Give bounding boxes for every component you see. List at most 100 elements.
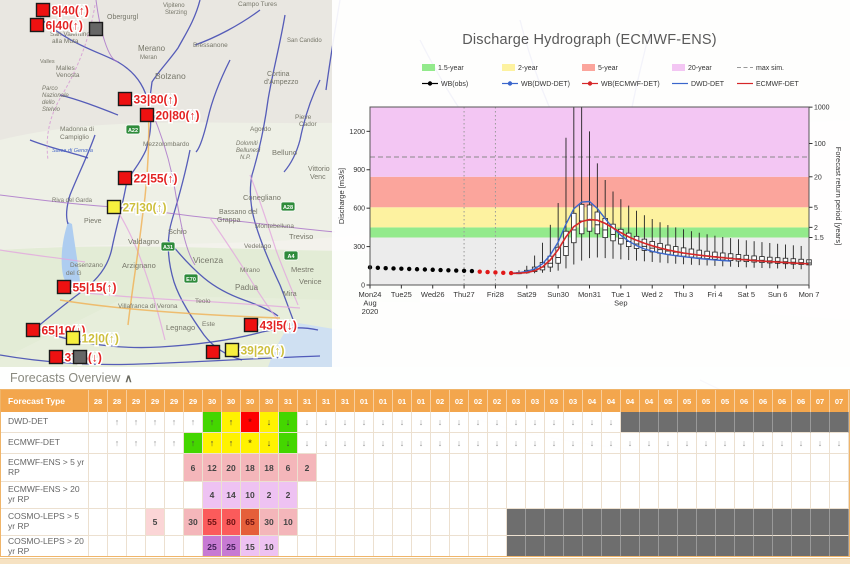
forecast-cell[interactable] — [127, 454, 146, 482]
forecast-cell[interactable]: ↓ — [298, 412, 317, 433]
forecast-cell[interactable]: 80 — [222, 509, 241, 536]
forecast-cell[interactable]: 2 — [260, 482, 279, 509]
forecast-cell[interactable]: ↑ — [184, 412, 203, 433]
forecast-cell[interactable] — [127, 536, 146, 556]
forecast-cell[interactable] — [564, 482, 583, 509]
forecast-cell[interactable]: 65 — [241, 509, 260, 536]
forecast-cell[interactable]: 55 — [203, 509, 222, 536]
forecast-cell[interactable] — [735, 412, 754, 433]
station-marker[interactable] — [139, 107, 155, 123]
forecast-cell[interactable] — [336, 509, 355, 536]
forecast-cell[interactable]: 12 — [203, 454, 222, 482]
forecast-cell[interactable] — [374, 454, 393, 482]
forecast-cell[interactable] — [754, 412, 773, 433]
forecast-cell[interactable] — [640, 509, 659, 536]
station-marker[interactable] — [224, 342, 240, 358]
forecast-cell[interactable]: ↓ — [374, 412, 393, 433]
forecast-cell[interactable] — [735, 509, 754, 536]
forecast-cell[interactable] — [298, 482, 317, 509]
forecast-cell[interactable] — [754, 536, 773, 556]
forecast-cell[interactable]: * — [241, 412, 260, 433]
forecast-cell[interactable] — [830, 509, 849, 536]
forecast-cell[interactable] — [355, 509, 374, 536]
forecast-cell[interactable] — [583, 536, 602, 556]
forecast-cell[interactable]: ↓ — [393, 433, 412, 454]
forecast-cell[interactable] — [108, 509, 127, 536]
forecast-cell[interactable] — [279, 536, 298, 556]
forecast-cell[interactable]: ↑ — [146, 433, 165, 454]
forecast-cell[interactable] — [792, 536, 811, 556]
forecast-cell[interactable]: ↓ — [811, 433, 830, 454]
forecast-cell[interactable] — [697, 482, 716, 509]
forecast-cell[interactable]: ↑ — [184, 433, 203, 454]
forecast-cell[interactable]: ↓ — [298, 433, 317, 454]
station-marker[interactable] — [72, 349, 88, 365]
station-marker[interactable] — [205, 344, 221, 360]
forecast-cell[interactable] — [374, 482, 393, 509]
forecast-cell[interactable] — [602, 509, 621, 536]
forecast-cell[interactable] — [507, 482, 526, 509]
forecast-cell[interactable]: 10 — [241, 482, 260, 509]
forecast-cell[interactable] — [659, 482, 678, 509]
forecast-cell[interactable] — [735, 482, 754, 509]
forecast-cell[interactable] — [165, 482, 184, 509]
forecast-cell[interactable] — [431, 454, 450, 482]
forecast-cell[interactable] — [374, 509, 393, 536]
forecast-cell[interactable] — [716, 454, 735, 482]
forecast-cell[interactable] — [108, 536, 127, 556]
forecast-cell[interactable] — [602, 454, 621, 482]
forecast-cell[interactable] — [792, 509, 811, 536]
forecast-cell[interactable]: ↓ — [469, 433, 488, 454]
forecast-cell[interactable] — [146, 482, 165, 509]
forecast-cell[interactable] — [830, 536, 849, 556]
forecast-cell[interactable] — [393, 482, 412, 509]
forecast-cell[interactable]: ↑ — [203, 433, 222, 454]
station-marker[interactable] — [65, 330, 81, 346]
forecast-cell[interactable]: ↓ — [450, 412, 469, 433]
forecast-cell[interactable]: ↓ — [336, 433, 355, 454]
forecast-cell[interactable]: ↑ — [146, 412, 165, 433]
forecast-cell[interactable] — [583, 454, 602, 482]
forecast-cell[interactable]: ↓ — [640, 433, 659, 454]
forecast-cell[interactable]: ↓ — [773, 433, 792, 454]
forecast-cell[interactable] — [393, 509, 412, 536]
forecast-cell[interactable] — [564, 454, 583, 482]
forecast-cell[interactable]: 6 — [279, 454, 298, 482]
forecast-cell[interactable]: ↓ — [488, 412, 507, 433]
forecast-cell[interactable] — [355, 454, 374, 482]
forecast-cell[interactable] — [89, 482, 108, 509]
forecast-cell[interactable] — [678, 509, 697, 536]
forecast-cell[interactable] — [526, 536, 545, 556]
forecast-cell[interactable] — [431, 536, 450, 556]
forecast-cell[interactable] — [678, 482, 697, 509]
forecast-cell[interactable]: ↓ — [545, 433, 564, 454]
forecast-cell[interactable]: ↑ — [108, 433, 127, 454]
forecast-cell[interactable] — [545, 509, 564, 536]
forecast-cell[interactable]: ↓ — [450, 433, 469, 454]
forecast-cell[interactable] — [773, 509, 792, 536]
forecast-cell[interactable] — [564, 509, 583, 536]
forecast-cell[interactable]: 25 — [203, 536, 222, 556]
forecast-cell[interactable] — [659, 454, 678, 482]
forecast-cell[interactable] — [830, 482, 849, 509]
forecast-cell[interactable]: 30 — [184, 509, 203, 536]
forecast-cell[interactable]: ↓ — [735, 433, 754, 454]
forecast-cell[interactable]: ↓ — [279, 412, 298, 433]
forecast-cell[interactable] — [374, 536, 393, 556]
forecast-cell[interactable]: ↓ — [792, 433, 811, 454]
station-marker[interactable] — [29, 17, 45, 33]
forecast-cell[interactable]: 18 — [241, 454, 260, 482]
forecast-cell[interactable] — [716, 536, 735, 556]
forecast-cell[interactable]: ↓ — [602, 433, 621, 454]
forecast-cell[interactable] — [488, 482, 507, 509]
forecast-cell[interactable] — [507, 509, 526, 536]
forecast-cell[interactable]: ↓ — [621, 433, 640, 454]
forecast-cell[interactable]: ↓ — [526, 412, 545, 433]
forecast-cell[interactable] — [355, 482, 374, 509]
forecast-cell[interactable] — [678, 412, 697, 433]
forecast-cell[interactable] — [469, 509, 488, 536]
forecast-cell[interactable] — [697, 536, 716, 556]
forecast-cell[interactable] — [830, 454, 849, 482]
forecast-cell[interactable] — [317, 536, 336, 556]
forecast-cell[interactable]: ↓ — [412, 433, 431, 454]
